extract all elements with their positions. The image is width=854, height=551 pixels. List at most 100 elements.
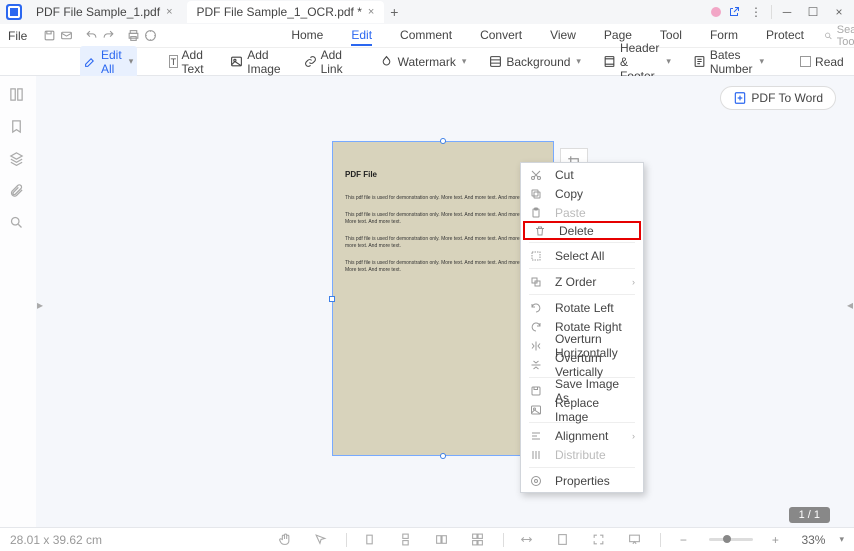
resize-handle-south[interactable] [440, 453, 446, 459]
zoom-in-button[interactable]: + [765, 530, 785, 550]
ctx-overturn-vertical[interactable]: Overturn Vertically [521, 355, 643, 374]
resize-handle-west[interactable] [329, 296, 335, 302]
background-icon [488, 55, 502, 69]
layers-icon[interactable] [6, 148, 26, 168]
menu-form[interactable]: Form [710, 26, 738, 46]
maximize-button[interactable]: ☐ [802, 1, 824, 23]
tab-close-icon[interactable]: × [368, 6, 374, 18]
search-icon [824, 29, 833, 43]
add-image-button[interactable]: Add Image [226, 46, 285, 78]
palette-icon[interactable] [144, 26, 157, 46]
page-title: PDF File [345, 170, 541, 179]
minimize-button[interactable]: ─ [776, 1, 798, 23]
ctx-rotate-left[interactable]: Rotate Left [521, 298, 643, 317]
delete-icon [533, 224, 547, 238]
bookmark-icon[interactable] [6, 116, 26, 136]
zoom-slider[interactable] [709, 538, 753, 541]
read-checkbox[interactable]: Read [796, 53, 848, 71]
edit-icon [84, 55, 97, 69]
chevron-down-icon: ▾ [760, 56, 765, 67]
tab-2[interactable]: PDF File Sample_1_OCR.pdf * × [187, 1, 385, 23]
ctx-replace-image[interactable]: Replace Image [521, 400, 643, 419]
tab-add-button[interactable]: + [384, 4, 404, 20]
menu-protect[interactable]: Protect [766, 26, 804, 46]
ctx-delete[interactable]: Delete [523, 221, 641, 240]
paste-icon [529, 206, 543, 220]
attachment-icon[interactable] [6, 180, 26, 200]
ctx-alignment[interactable]: Alignment › [521, 426, 643, 445]
chevron-right-icon: › [632, 431, 635, 441]
link-icon [304, 55, 317, 69]
chevron-right-icon: › [632, 277, 635, 287]
select-tool-icon[interactable] [310, 530, 330, 550]
ctx-properties[interactable]: Properties [521, 471, 643, 490]
flip-v-icon [529, 358, 543, 372]
text-icon: T [169, 55, 177, 68]
print-icon[interactable] [127, 26, 140, 46]
expand-left-handle[interactable]: ▸ [36, 296, 44, 314]
edit-all-button[interactable]: Edit All ▾ [80, 46, 137, 78]
menu-comment[interactable]: Comment [400, 26, 452, 46]
menu-convert[interactable]: Convert [480, 26, 522, 46]
fit-width-icon[interactable] [516, 530, 536, 550]
ctx-label: Z Order [555, 275, 596, 289]
ctx-cut[interactable]: Cut [521, 165, 643, 184]
ctx-select-all[interactable]: Select All [521, 246, 643, 265]
view-single-icon[interactable] [359, 530, 379, 550]
replace-image-icon [529, 403, 543, 417]
fullscreen-icon[interactable] [588, 530, 608, 550]
cut-icon [529, 168, 543, 182]
tab-label: PDF File Sample_1.pdf [36, 5, 160, 19]
search-panel-icon[interactable] [6, 212, 26, 232]
hand-tool-icon[interactable] [274, 530, 294, 550]
tab-1[interactable]: PDF File Sample_1.pdf × [26, 1, 183, 23]
presentation-icon[interactable] [624, 530, 644, 550]
ctx-label: Distribute [555, 448, 606, 462]
watermark-button[interactable]: Watermark ▾ [376, 53, 471, 71]
bates-number-button[interactable]: Bates Number ▾ [689, 46, 768, 78]
resize-handle-north[interactable] [440, 138, 446, 144]
image-icon [230, 55, 243, 69]
ribbon-label: Read [815, 55, 844, 69]
file-menu[interactable]: File [8, 29, 27, 43]
chevron-down-icon[interactable]: ▾ [839, 534, 844, 545]
thumbnails-icon[interactable] [6, 84, 26, 104]
zoom-slider-thumb[interactable] [723, 535, 731, 543]
fit-page-icon[interactable] [552, 530, 572, 550]
view-continuous-icon[interactable] [395, 530, 415, 550]
select-all-icon [529, 249, 543, 263]
menu-view[interactable]: View [550, 26, 576, 46]
add-text-button[interactable]: T Add Text [165, 46, 212, 78]
external-icon[interactable] [727, 5, 741, 19]
ctx-label: Alignment [555, 429, 608, 443]
view-facing-continuous-icon[interactable] [467, 530, 487, 550]
add-link-button[interactable]: Add Link [300, 46, 348, 78]
more-icon[interactable]: ⋮ [745, 1, 767, 23]
ctx-copy[interactable]: Copy [521, 184, 643, 203]
zoom-out-button[interactable]: − [673, 530, 693, 550]
save-icon[interactable] [43, 26, 56, 46]
search-tools[interactable]: Search Tools [824, 24, 854, 48]
pdf-to-word-button[interactable]: PDF To Word [720, 86, 836, 110]
view-facing-icon[interactable] [431, 530, 451, 550]
menu-home[interactable]: Home [291, 26, 323, 46]
expand-right-handle[interactable]: ◂ [846, 296, 854, 314]
ctx-label: Rotate Left [555, 301, 614, 315]
watermark-icon [380, 55, 394, 69]
canvas[interactable]: ▸ ◂ PDF To Word PDF File This pdf file i… [36, 76, 854, 527]
rotate-left-icon [529, 301, 543, 315]
ribbon-label: Background [506, 55, 570, 69]
ctx-label: Properties [555, 474, 610, 488]
mail-icon[interactable] [60, 26, 73, 46]
chevron-down-icon: ▾ [576, 56, 581, 67]
header-footer-icon [603, 55, 616, 69]
undo-icon[interactable] [85, 26, 98, 46]
background-button[interactable]: Background ▾ [484, 53, 585, 71]
ctx-z-order[interactable]: Z Order › [521, 272, 643, 291]
status-dot-pink [709, 5, 723, 19]
close-button[interactable]: × [828, 1, 850, 23]
chevron-down-icon: ▾ [666, 56, 671, 67]
tab-close-icon[interactable]: × [166, 6, 172, 18]
redo-icon[interactable] [102, 26, 115, 46]
menu-edit[interactable]: Edit [351, 26, 372, 46]
